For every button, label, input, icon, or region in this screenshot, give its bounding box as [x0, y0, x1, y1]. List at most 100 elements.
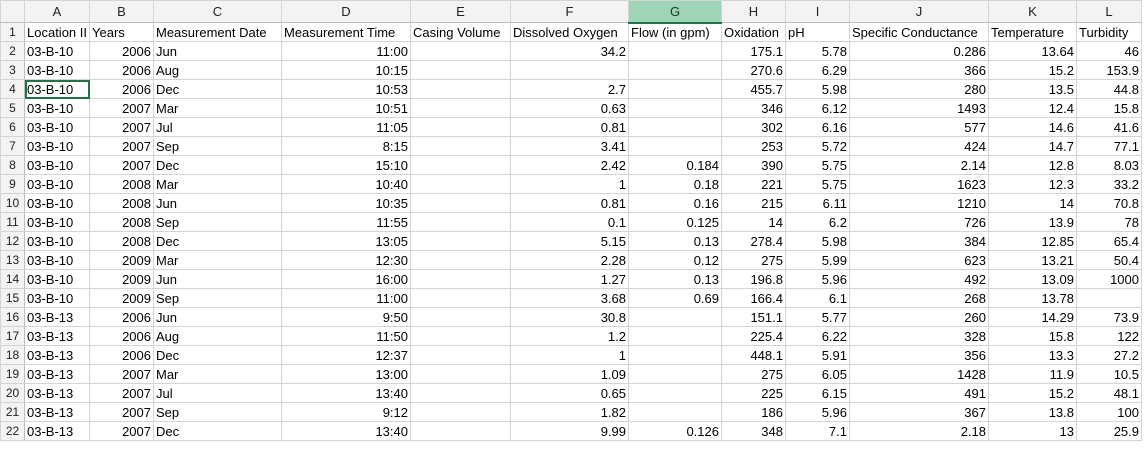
cell-c22[interactable]: Dec: [153, 421, 282, 441]
cell-l14[interactable]: 1000: [1076, 269, 1142, 289]
cell-a16[interactable]: 03-B-13: [24, 307, 90, 327]
column-header-c[interactable]: C: [153, 0, 282, 23]
cell-a15[interactable]: 03-B-10: [24, 288, 90, 308]
cell-f9[interactable]: 1: [510, 174, 629, 194]
cell-j20[interactable]: 491: [849, 383, 989, 403]
row-header[interactable]: 6: [0, 117, 25, 137]
cell-i17[interactable]: 6.22: [785, 326, 850, 346]
cell-c16[interactable]: Jun: [153, 307, 282, 327]
cell-i16[interactable]: 5.77: [785, 307, 850, 327]
cell-g3[interactable]: [628, 60, 722, 80]
cell-a5[interactable]: 03-B-10: [24, 98, 90, 118]
cell-h4[interactable]: 455.7: [721, 79, 786, 99]
row-header[interactable]: 4: [0, 79, 25, 99]
column-header-b[interactable]: B: [89, 0, 154, 23]
column-header-i[interactable]: I: [785, 0, 850, 23]
cell-k11[interactable]: 13.9: [988, 212, 1077, 232]
cell-k8[interactable]: 12.8: [988, 155, 1077, 175]
cell-e8[interactable]: [410, 155, 511, 175]
cell-b16[interactable]: 2006: [89, 307, 154, 327]
cell-f1[interactable]: Dissolved Oxygen: [510, 22, 629, 42]
cell-b10[interactable]: 2008: [89, 193, 154, 213]
cell-g19[interactable]: [628, 364, 722, 384]
cell-f17[interactable]: 1.2: [510, 326, 629, 346]
cell-a14[interactable]: 03-B-10: [24, 269, 90, 289]
column-header-d[interactable]: D: [281, 0, 411, 23]
cell-j3[interactable]: 366: [849, 60, 989, 80]
cell-j11[interactable]: 726: [849, 212, 989, 232]
cell-d10[interactable]: 10:35: [281, 193, 411, 213]
cell-k13[interactable]: 13.21: [988, 250, 1077, 270]
cell-a7[interactable]: 03-B-10: [24, 136, 90, 156]
cell-h19[interactable]: 275: [721, 364, 786, 384]
cell-a11[interactable]: 03-B-10: [24, 212, 90, 232]
cell-j19[interactable]: 1428: [849, 364, 989, 384]
cell-a3[interactable]: 03-B-10: [24, 60, 90, 80]
row-header[interactable]: 7: [0, 136, 25, 156]
row-header[interactable]: 15: [0, 288, 25, 308]
cell-h20[interactable]: 225: [721, 383, 786, 403]
cell-e21[interactable]: [410, 402, 511, 422]
cell-e14[interactable]: [410, 269, 511, 289]
cell-k1[interactable]: Temperature: [988, 22, 1077, 42]
cell-l13[interactable]: 50.4: [1076, 250, 1142, 270]
cell-j6[interactable]: 577: [849, 117, 989, 137]
cell-b22[interactable]: 2007: [89, 421, 154, 441]
cell-h22[interactable]: 348: [721, 421, 786, 441]
cell-j17[interactable]: 328: [849, 326, 989, 346]
cell-d19[interactable]: 13:00: [281, 364, 411, 384]
cell-h21[interactable]: 186: [721, 402, 786, 422]
cell-b3[interactable]: 2006: [89, 60, 154, 80]
cell-j12[interactable]: 384: [849, 231, 989, 251]
cell-b9[interactable]: 2008: [89, 174, 154, 194]
cell-d1[interactable]: Measurement Time: [281, 22, 411, 42]
cell-f16[interactable]: 30.8: [510, 307, 629, 327]
cell-l19[interactable]: 10.5: [1076, 364, 1142, 384]
cell-i13[interactable]: 5.99: [785, 250, 850, 270]
cell-c1[interactable]: Measurement Date: [153, 22, 282, 42]
cell-d21[interactable]: 9:12: [281, 402, 411, 422]
cell-f11[interactable]: 0.1: [510, 212, 629, 232]
cell-b17[interactable]: 2006: [89, 326, 154, 346]
cell-j22[interactable]: 2.18: [849, 421, 989, 441]
column-header-f[interactable]: F: [510, 0, 629, 23]
cell-d11[interactable]: 11:55: [281, 212, 411, 232]
cell-j10[interactable]: 1210: [849, 193, 989, 213]
cell-g6[interactable]: [628, 117, 722, 137]
cell-k14[interactable]: 13.09: [988, 269, 1077, 289]
cell-k19[interactable]: 11.9: [988, 364, 1077, 384]
cell-f14[interactable]: 1.27: [510, 269, 629, 289]
cell-k5[interactable]: 12.4: [988, 98, 1077, 118]
cell-i21[interactable]: 5.96: [785, 402, 850, 422]
cell-l6[interactable]: 41.6: [1076, 117, 1142, 137]
column-header-a[interactable]: A: [24, 0, 90, 23]
column-header-j[interactable]: J: [849, 0, 989, 23]
column-header-h[interactable]: H: [721, 0, 786, 23]
cell-l16[interactable]: 73.9: [1076, 307, 1142, 327]
cell-d20[interactable]: 13:40: [281, 383, 411, 403]
cell-l18[interactable]: 27.2: [1076, 345, 1142, 365]
cell-j8[interactable]: 2.14: [849, 155, 989, 175]
cell-c21[interactable]: Sep: [153, 402, 282, 422]
cell-f10[interactable]: 0.81: [510, 193, 629, 213]
cell-h18[interactable]: 448.1: [721, 345, 786, 365]
cell-d13[interactable]: 12:30: [281, 250, 411, 270]
cell-g17[interactable]: [628, 326, 722, 346]
cell-i10[interactable]: 6.11: [785, 193, 850, 213]
cell-k15[interactable]: 13.78: [988, 288, 1077, 308]
row-header[interactable]: 2: [0, 41, 25, 61]
cell-c7[interactable]: Sep: [153, 136, 282, 156]
cell-l5[interactable]: 15.8: [1076, 98, 1142, 118]
column-header-l[interactable]: L: [1076, 0, 1142, 23]
cell-a19[interactable]: 03-B-13: [24, 364, 90, 384]
cell-i1[interactable]: pH: [785, 22, 850, 42]
cell-k2[interactable]: 13.64: [988, 41, 1077, 61]
cell-l10[interactable]: 70.8: [1076, 193, 1142, 213]
row-header[interactable]: 18: [0, 345, 25, 365]
cell-b15[interactable]: 2009: [89, 288, 154, 308]
cell-i11[interactable]: 6.2: [785, 212, 850, 232]
cell-g4[interactable]: [628, 79, 722, 99]
cell-h15[interactable]: 166.4: [721, 288, 786, 308]
cell-a6[interactable]: 03-B-10: [24, 117, 90, 137]
cell-i2[interactable]: 5.78: [785, 41, 850, 61]
